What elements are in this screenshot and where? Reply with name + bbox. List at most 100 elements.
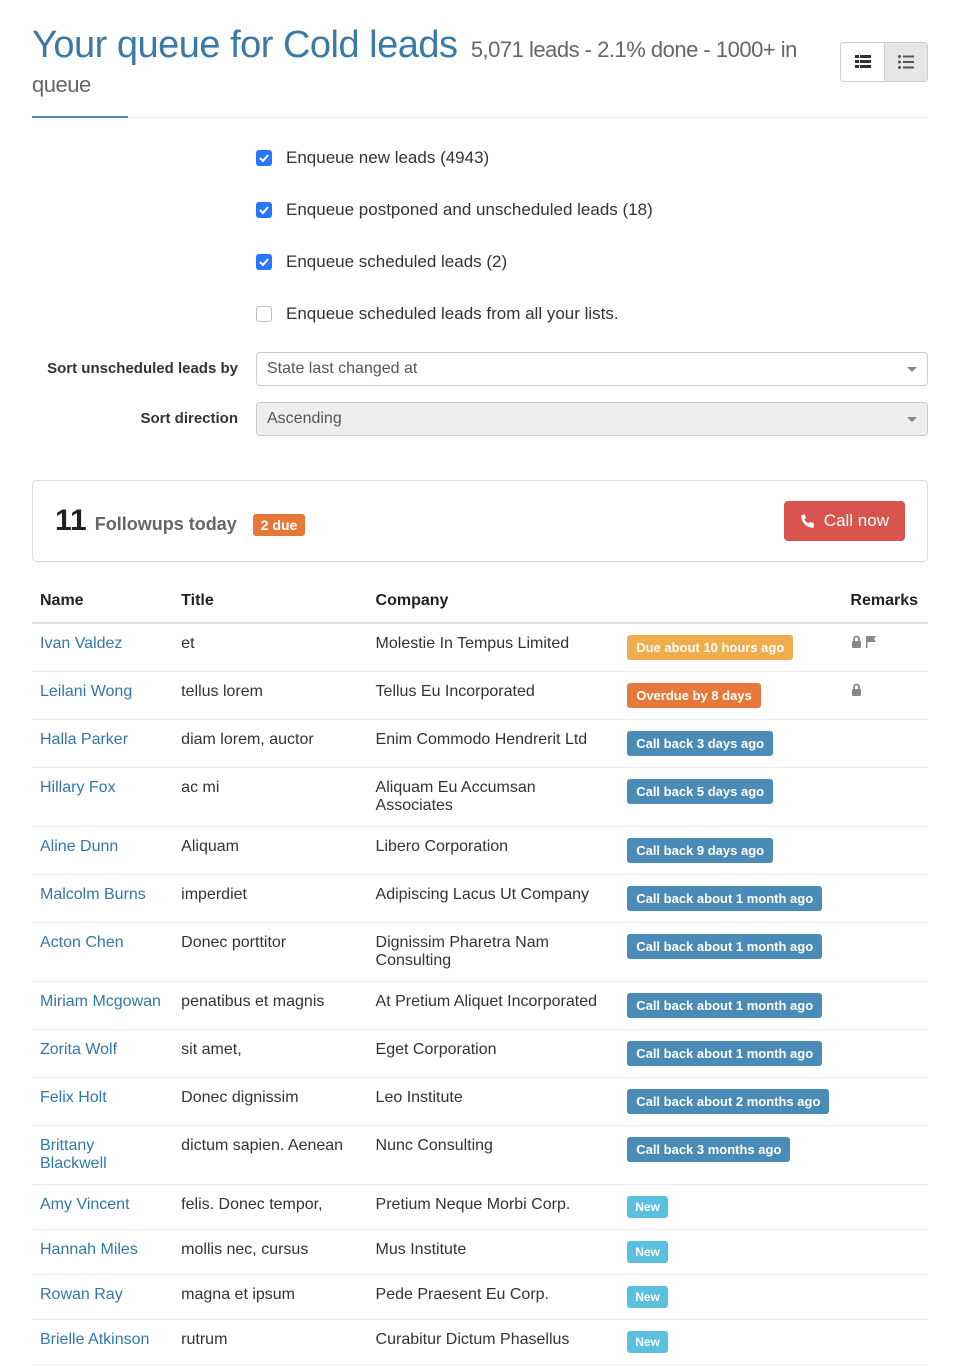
table-header-row: Name Title Company Remarks [32,582,928,623]
lead-company: Enim Commodo Hendrerit Ltd [368,720,620,768]
lead-name-link[interactable]: Hannah Miles [40,1241,138,1258]
lead-title: imperdiet [173,875,367,923]
checkbox-label: Enqueue new leads (4943) [286,148,489,168]
status-badge: Overdue by 8 days [627,683,761,708]
lead-name-link[interactable]: Ivan Valdez [40,635,122,652]
checkbox-row[interactable]: Enqueue postponed and unscheduled leads … [256,200,928,220]
lead-company: Leo Institute [368,1078,620,1126]
checkbox-label: Enqueue postponed and unscheduled leads … [286,200,653,220]
checkbox-checked-icon[interactable] [256,254,272,270]
lead-title: tellus lorem [173,672,367,720]
table-row: Aline Dunn AliquamLibero Corporation Call … [32,827,928,875]
lead-company: At Pretium Aliquet Incorporated [368,982,620,1030]
table-row: Hannah Miles mollis nec, cursusMus Instit… [32,1230,928,1275]
lead-name-link[interactable]: Aline Dunn [40,838,118,855]
lead-name-link[interactable]: Rowan Ray [40,1286,123,1303]
status-badge: New [627,1331,668,1353]
status-badge: Due about 10 hours ago [627,635,793,660]
checkbox-checked-icon[interactable] [256,150,272,166]
lead-title: magna et ipsum [173,1275,367,1320]
col-remarks-header[interactable]: Remarks [842,582,928,623]
sort-direction-select[interactable]: Ascending [256,402,928,436]
page-header: Your queue for Cold leads 5,071 leads - … [32,0,928,118]
status-badge: Call back 3 months ago [627,1137,790,1162]
lead-name-link[interactable]: Brittany Blackwell [40,1137,107,1172]
checkbox-unchecked-icon[interactable] [256,306,272,322]
status-badge: New [627,1241,668,1263]
table-row: Halla Parkerdiam lorem, auctorEnim Commo… [32,720,928,768]
lead-company: Libero Corporation [368,827,620,875]
status-badge: New [627,1196,668,1218]
col-name-header[interactable]: Name [32,582,173,623]
checkbox-row[interactable]: Enqueue new leads (4943) [256,148,928,168]
lead-name-link[interactable]: Leilani Wong [40,683,132,700]
table-row: Hillary Fox ac miAliquam Eu Accumsan Asso… [32,768,928,827]
sort-unscheduled-label: Sort unscheduled leads by [32,352,256,377]
lead-company: Eget Corporation [368,1030,620,1078]
sort-unscheduled-select[interactable]: State last changed at [256,352,928,386]
lead-name-link[interactable]: Brielle Atkinson [40,1331,149,1348]
view-grid-button[interactable] [841,43,884,81]
table-row: Amy Vincent felis. Donec tempor,Pretium N… [32,1185,928,1230]
lead-company: Molestie In Tempus Limited [368,623,620,672]
lead-name-link[interactable]: Miriam Mcgowan [40,993,161,1010]
lead-company: Aliquam Eu Accumsan Associates [368,768,620,827]
title-prefix: Your queue for [32,24,283,66]
lead-name-link[interactable]: Acton Chen [40,934,124,951]
status-badge: Call back 3 days ago [627,731,773,756]
lead-name-link[interactable]: Zorita Wolf [40,1041,117,1058]
table-row: Malcolm BurnsimperdietAdipiscing Lacus U… [32,875,928,923]
status-badge: Call back 9 days ago [627,838,773,863]
status-badge: Call back about 1 month ago [627,993,822,1018]
lead-company: Tellus Eu Incorporated [368,672,620,720]
lead-company: Mus Institute [368,1230,620,1275]
col-title-header[interactable]: Title [173,582,367,623]
followups-text: Followups today [95,514,237,535]
followups-panel: 11 Followups today 2 due Call now [32,480,928,562]
flag-icon [865,635,878,654]
queue-name: Cold leads [283,24,458,66]
lead-name-link[interactable]: Felix Holt [40,1089,107,1106]
sort-direction-label: Sort direction [32,402,256,427]
lead-title: felis. Donec tempor, [173,1185,367,1230]
lead-name-link[interactable]: Malcolm Burns [40,886,146,903]
lead-title: dictum sapien. Aenean [173,1126,367,1185]
sort-unscheduled-value: State last changed at [267,360,417,378]
table-row: Acton Chen Donec porttitorDignissim Phare… [32,923,928,982]
lead-title: mollis nec, cursus [173,1230,367,1275]
lead-title: Aliquam [173,827,367,875]
th-list-icon [855,55,871,69]
queue-options: Enqueue new leads (4943) Enqueue postpone… [32,118,928,462]
table-row: Zorita Wolfsit amet,Eget CorporationCall… [32,1030,928,1078]
chevron-down-icon [907,417,917,422]
lead-company: Pretium Neque Morbi Corp. [368,1185,620,1230]
sort-direction-value: Ascending [267,410,342,428]
lead-name-link[interactable]: Amy Vincent [40,1196,130,1213]
view-list-button[interactable] [884,43,927,81]
remark-icons [850,635,920,654]
lead-title: ac mi [173,768,367,827]
leads-table: Name Title Company Remarks Ivan Valdezet… [32,582,928,1365]
status-badge: New [627,1286,668,1308]
lead-name-link[interactable]: Halla Parker [40,731,128,748]
checkbox-label: Enqueue scheduled leads (2) [286,252,507,272]
lead-company: Dignissim Pharetra Nam Consulting [368,923,620,982]
status-badge: Call back about 1 month ago [627,934,822,959]
followups-count: 11 [55,504,87,538]
table-row: Leilani Wong tellus loremTellus Eu Incorp… [32,672,928,720]
lock-icon [850,683,863,702]
remark-icons [850,683,920,702]
status-badge: Call back about 2 months ago [627,1089,829,1114]
call-now-button[interactable]: Call now [784,501,905,541]
lead-company: Nunc Consulting [368,1126,620,1185]
table-row: Rowan Raymagna et ipsumPede Praesent Eu … [32,1275,928,1320]
checkbox-checked-icon[interactable] [256,202,272,218]
table-row: Brielle AtkinsonrutrumCurabitur Dictum P… [32,1320,928,1365]
checkbox-row[interactable]: Enqueue scheduled leads from all your li… [256,304,928,324]
table-row: Ivan ValdezetMolestie In Tempus LimitedD… [32,623,928,672]
lead-name-link[interactable]: Hillary Fox [40,779,116,796]
checkbox-row[interactable]: Enqueue scheduled leads (2) [256,252,928,272]
table-row: Miriam Mcgowanpenatibus et magnisAt Pret… [32,982,928,1030]
col-company-header[interactable]: Company [368,582,620,623]
lead-title: Donec porttitor [173,923,367,982]
